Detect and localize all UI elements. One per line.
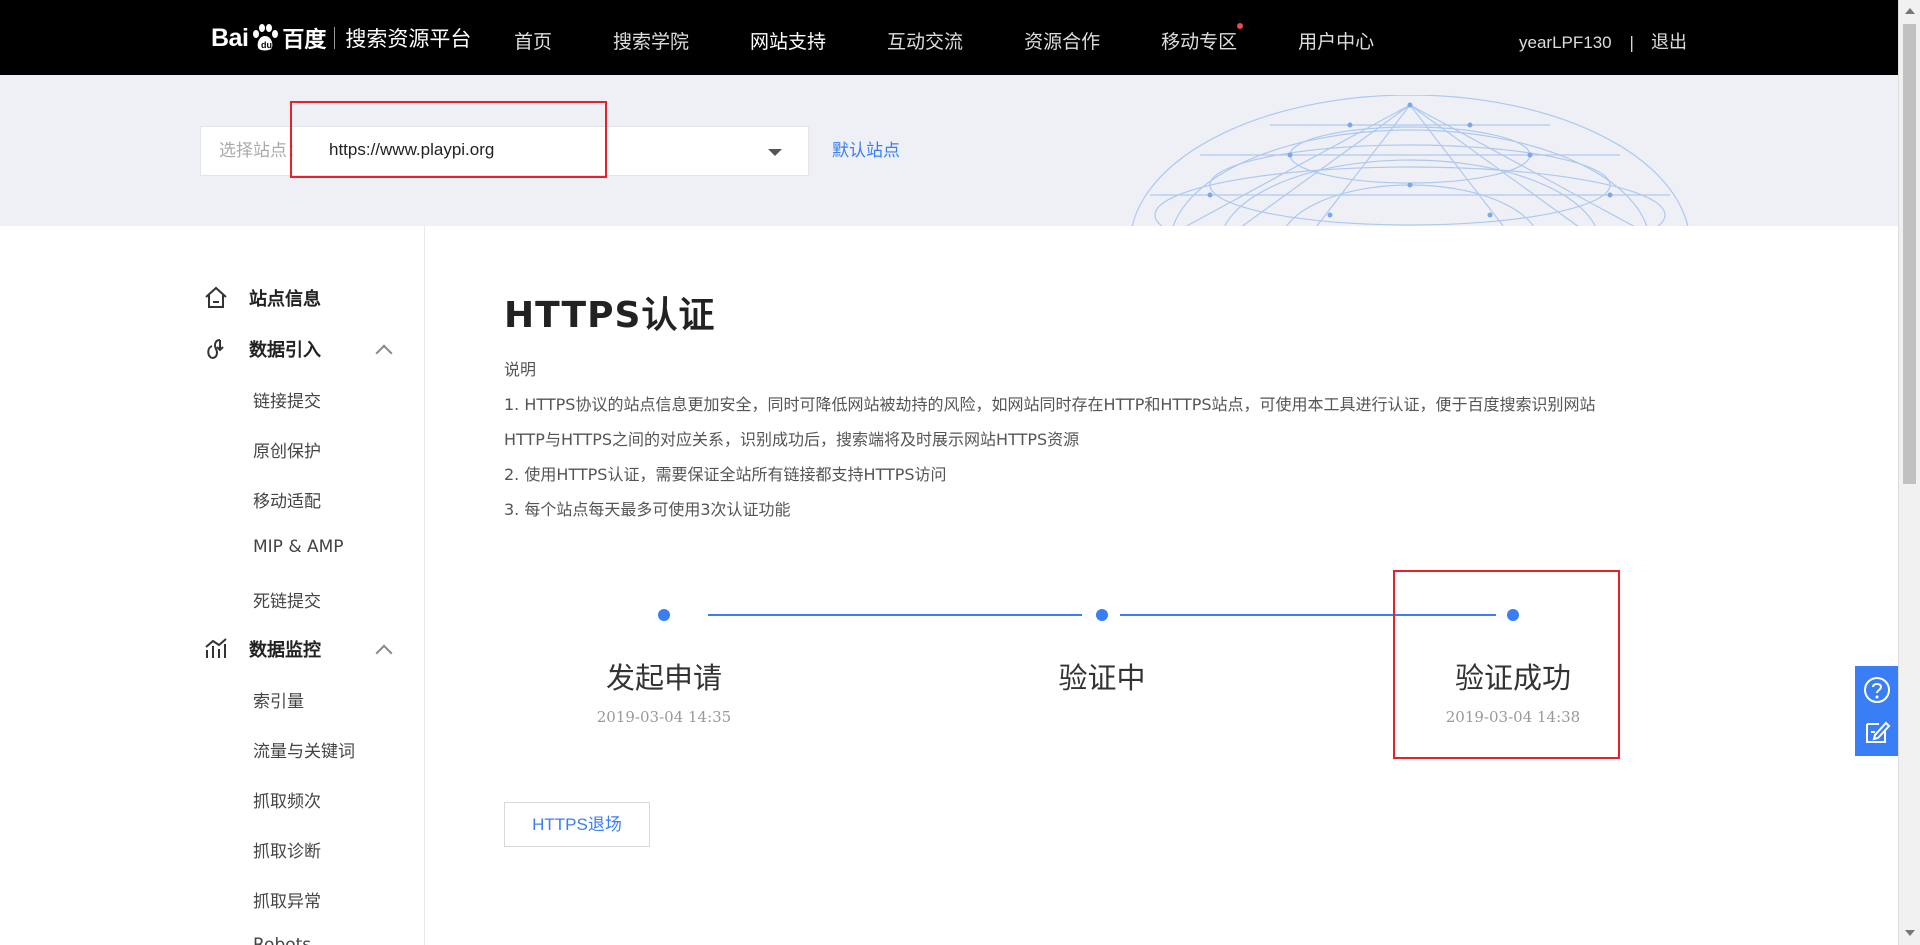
page-title: HTTPS认证: [504, 295, 716, 336]
nav-mobile-zone-label: 移动专区: [1161, 31, 1238, 53]
description-line: 1. HTTPS协议的站点信息更加安全，同时可降低网站被劫持的风险，如网站同时存…: [504, 395, 1596, 414]
https-exit-button[interactable]: HTTPS退场: [504, 802, 650, 847]
nav-mobile-zone[interactable]: 移动专区: [1161, 0, 1244, 75]
sidebar-item-robots[interactable]: Robots: [253, 935, 311, 945]
user-separator: |: [1629, 33, 1635, 52]
step-title: 验证成功: [1454, 661, 1571, 695]
description-line: 2. 使用HTTPS认证，需要保证全站所有链接都支持HTTPS访问: [504, 465, 947, 484]
nav-home[interactable]: 首页: [514, 0, 552, 75]
baidu-logo[interactable]: Bai du 百度 搜索资源平台: [211, 18, 471, 58]
top-navbar: Bai du 百度 搜索资源平台 首页 搜索学院 网站支持 互动交流 资源合作 …: [0, 0, 1898, 75]
site-select-dropdown[interactable]: 选择站点： https://www.playpi.org: [200, 126, 809, 176]
sidebar-group-data-monitor[interactable]: 数据监控: [203, 636, 321, 662]
nav-resource-coop[interactable]: 资源合作: [1024, 0, 1100, 75]
default-site-link[interactable]: 默认站点: [832, 126, 900, 176]
home-icon: [205, 286, 227, 308]
step-title: 验证中: [1058, 661, 1146, 695]
scroll-down-arrow-icon[interactable]: [1905, 930, 1915, 936]
nav-user-center[interactable]: 用户中心: [1298, 0, 1374, 75]
sidebar-item-link-submit[interactable]: 链接提交: [253, 387, 321, 412]
help-icon[interactable]: [1863, 676, 1891, 704]
step-dot: [658, 609, 670, 621]
globe-decoration: [1131, 95, 1689, 226]
step-dot: [1096, 609, 1108, 621]
sidebar-item-crawl-diagnosis[interactable]: 抓取诊断: [253, 837, 321, 862]
logout-link[interactable]: 退出: [1651, 0, 1687, 85]
logo-bai-text: Bai: [211, 23, 249, 52]
sidebar-group-site-info[interactable]: 站点信息: [203, 285, 321, 311]
sidebar-item-traffic-keywords[interactable]: 流量与关键词: [253, 737, 355, 762]
scrollbar-thumb[interactable]: [1903, 24, 1916, 484]
paw-icon: du: [250, 24, 280, 52]
sidebar-item-mip-amp[interactable]: MIP & AMP: [253, 537, 344, 557]
caret-down-icon: [768, 149, 782, 156]
vertical-scrollbar[interactable]: [1898, 0, 1920, 945]
sidebar-group-data-import[interactable]: 数据引入: [203, 336, 321, 362]
step-connector: [1120, 614, 1496, 616]
nav-interaction[interactable]: 互动交流: [887, 0, 963, 75]
sidebar-item-crawl-error[interactable]: 抓取异常: [253, 887, 321, 912]
data-import-icon: [207, 339, 224, 359]
description-heading: 说明: [504, 360, 537, 379]
site-select-label: 选择站点：: [219, 141, 304, 161]
floating-toolbar: [1855, 666, 1898, 756]
description-line: 3. 每个站点每天最多可使用3次认证功能: [504, 500, 791, 519]
step-time: 2019-03-04 14:35: [596, 708, 732, 726]
step-title: 发起申请: [605, 661, 722, 695]
sidebar-item-dead-link[interactable]: 死链提交: [253, 587, 321, 612]
nav-search-academy[interactable]: 搜索学院: [613, 0, 689, 75]
step-dot: [1507, 609, 1519, 621]
sidebar-item-original-protect[interactable]: 原创保护: [253, 437, 321, 462]
data-monitor-icon: [205, 638, 227, 658]
platform-name: 搜索资源平台: [345, 27, 472, 51]
feedback-icon[interactable]: [1863, 718, 1891, 746]
sidebar-group-label: 数据监控: [249, 640, 321, 661]
notification-dot: [1237, 23, 1244, 29]
sidebar-group-label: 数据引入: [249, 340, 321, 361]
sidebar-item-mobile-adapt[interactable]: 移动适配: [253, 487, 321, 512]
nav-site-support[interactable]: 网站支持: [750, 0, 826, 75]
step-connector: [708, 614, 1082, 616]
scroll-up-arrow-icon[interactable]: [1905, 8, 1915, 14]
main-nav: 首页 搜索学院 网站支持 互动交流 资源合作 移动专区 用户中心: [514, 0, 1374, 75]
svg-text:du: du: [261, 40, 272, 50]
sidebar-item-index-volume[interactable]: 索引量: [253, 687, 304, 712]
sidebar-item-crawl-frequency[interactable]: 抓取频次: [253, 787, 321, 812]
sidebar-group-label: 站点信息: [249, 289, 321, 310]
logo-du-text: 百度: [282, 28, 327, 53]
sidebar: [0, 226, 425, 945]
description-line: HTTP与HTTPS之间的对应关系，识别成功后，搜索端将及时展示网站HTTPS资…: [504, 430, 1080, 449]
username-link[interactable]: yearLPF130: [1519, 0, 1612, 75]
logo-divider: [334, 27, 336, 49]
step-time: 2019-03-04 14:38: [1445, 708, 1581, 726]
site-select-value: https://www.playpi.org: [329, 140, 495, 159]
